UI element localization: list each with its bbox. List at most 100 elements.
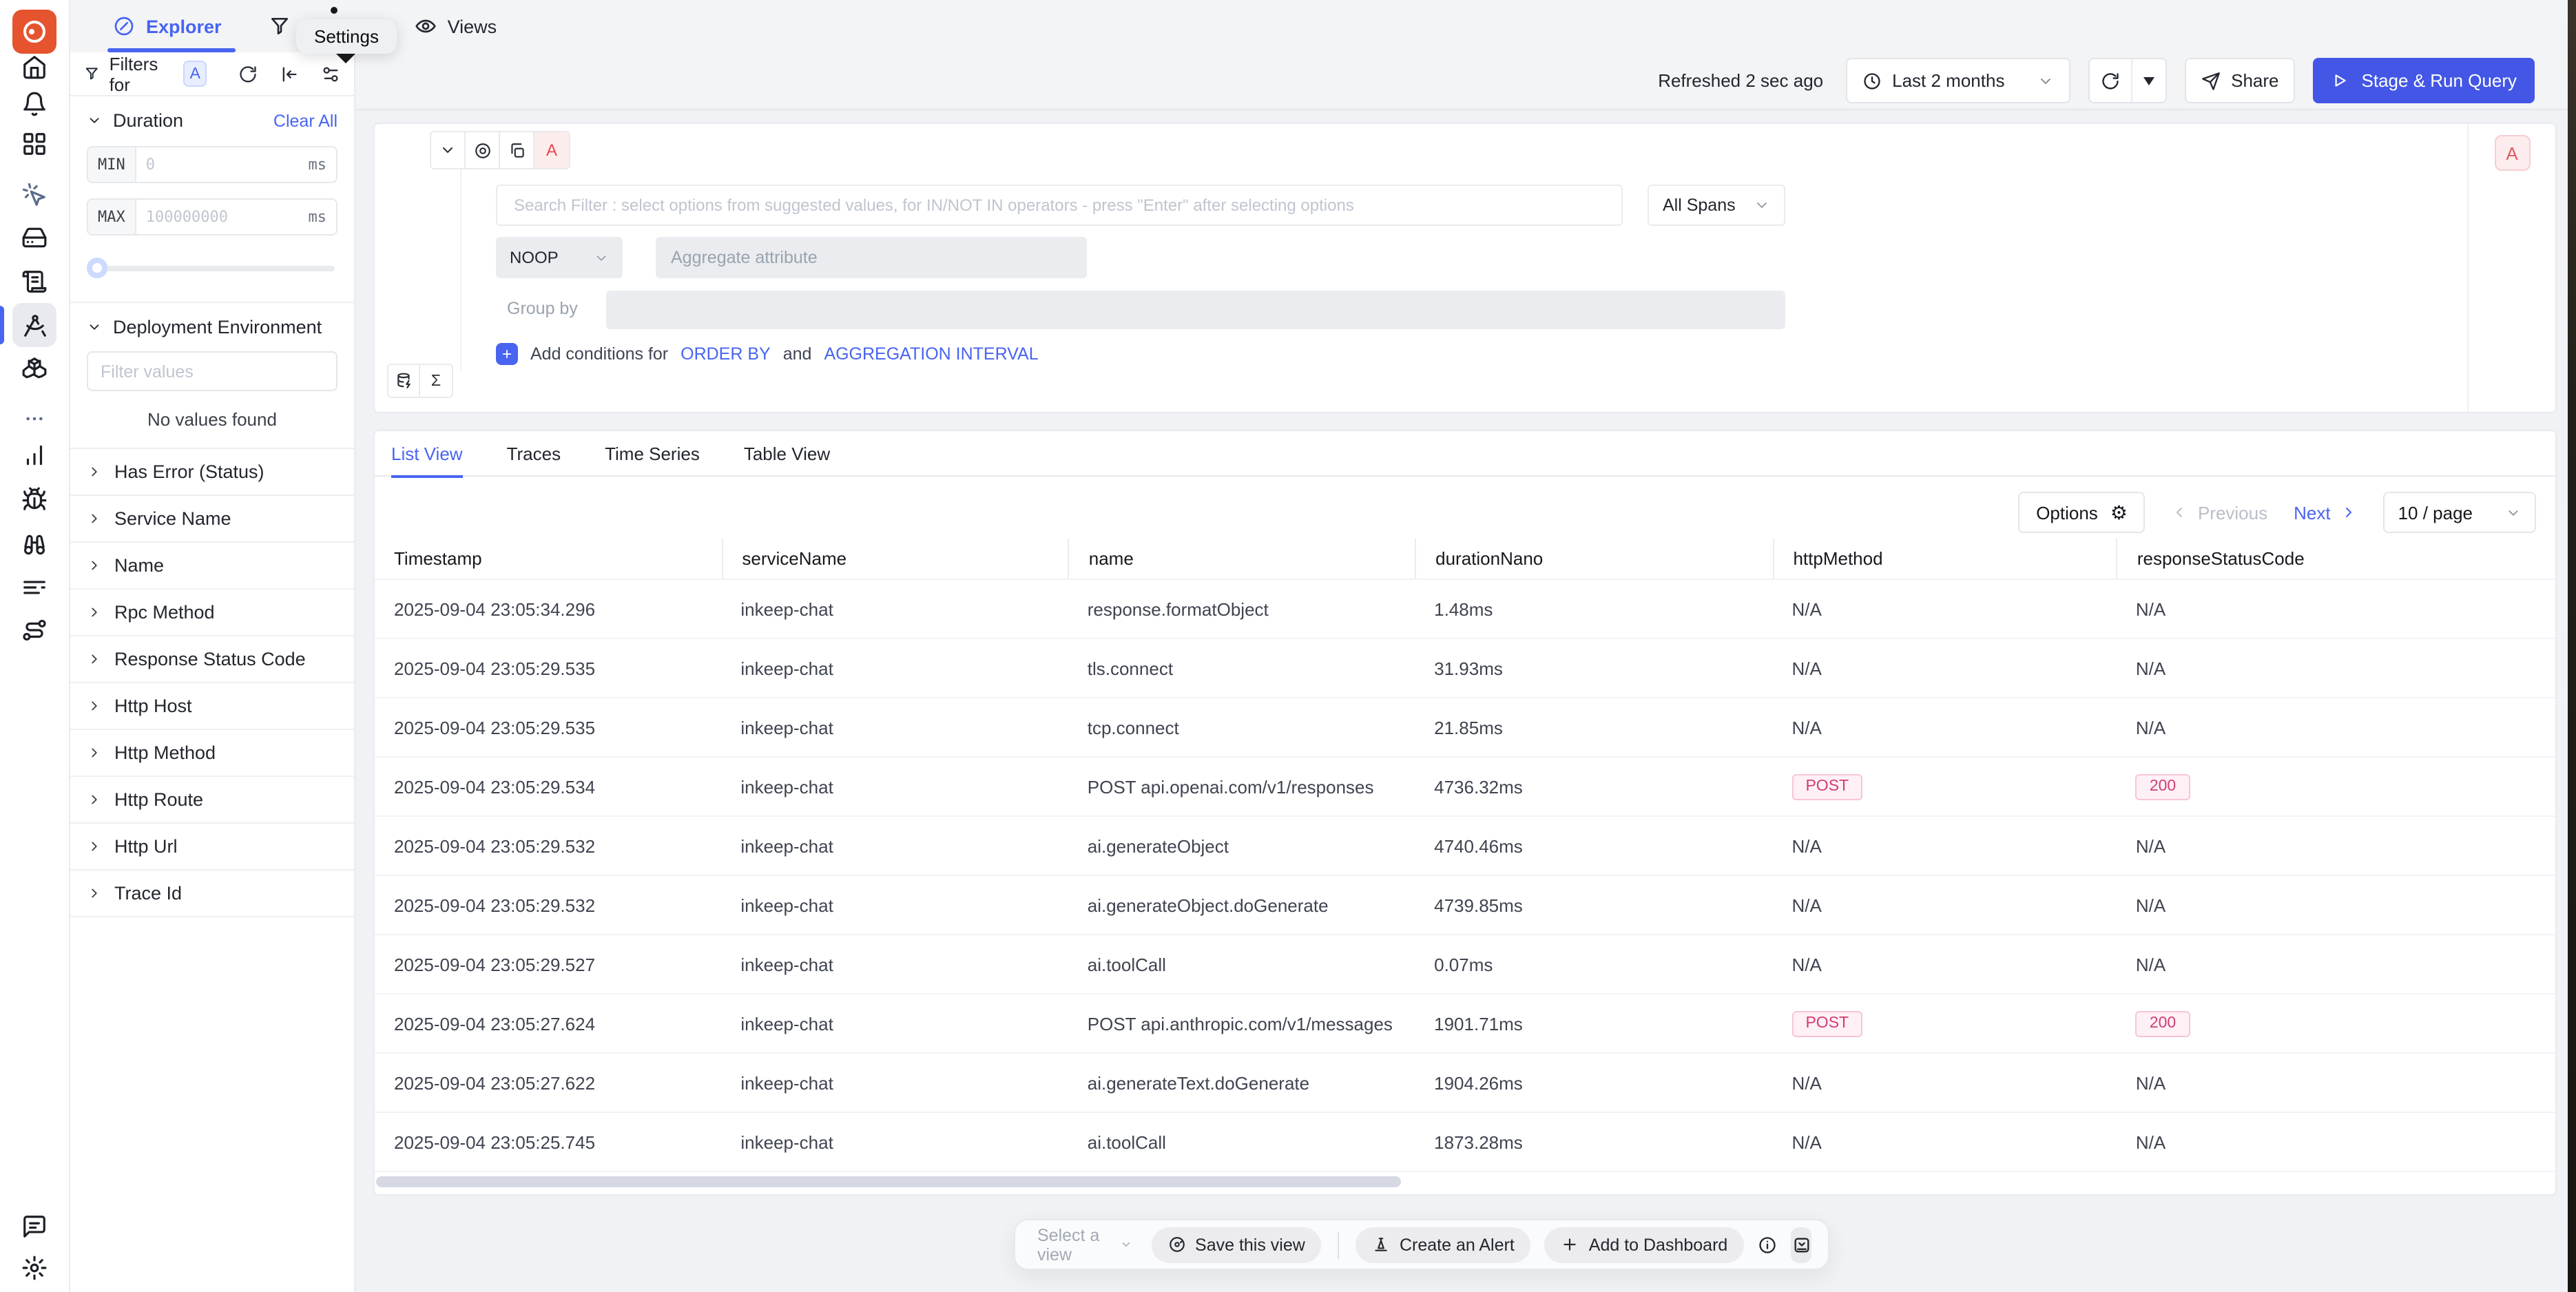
add-formula-icon[interactable]: Σ bbox=[420, 365, 452, 397]
query-badge-a[interactable]: A bbox=[184, 61, 207, 87]
filter-section-has-error-status[interactable]: Has Error (Status) bbox=[70, 449, 354, 496]
tab-views[interactable]: Views bbox=[415, 0, 497, 52]
tab-explorer[interactable]: Explorer bbox=[113, 0, 222, 52]
collapse-panel-icon[interactable] bbox=[280, 64, 299, 83]
slider-handle[interactable] bbox=[87, 258, 107, 278]
bar-chart-icon[interactable] bbox=[21, 442, 48, 468]
page-size-select[interactable]: 10 / page bbox=[2383, 492, 2536, 533]
table-row[interactable]: 2025-09-04 23:05:29.534inkeep-chatPOST a… bbox=[375, 758, 2555, 817]
duration-header[interactable]: Duration Clear All bbox=[87, 110, 337, 131]
chevron-down-icon bbox=[594, 250, 609, 265]
clone-query-icon[interactable] bbox=[500, 132, 534, 168]
aggregate-operator-select[interactable]: NOOP bbox=[496, 237, 623, 278]
duration-max-input[interactable] bbox=[136, 200, 299, 234]
collapse-query-icon[interactable] bbox=[431, 132, 466, 168]
filter-section-http-method[interactable]: Http Method bbox=[70, 730, 354, 777]
time-range-select[interactable]: Last 2 months bbox=[1845, 58, 2070, 103]
slider-track[interactable] bbox=[90, 266, 335, 271]
cell-name: ai.generateObject bbox=[1068, 817, 1415, 875]
chevron-down-icon bbox=[2037, 72, 2053, 89]
add-condition-plus-icon[interactable]: + bbox=[496, 343, 518, 365]
save-view-button[interactable]: Save this view bbox=[1151, 1227, 1322, 1262]
services-boxes-icon[interactable] bbox=[21, 355, 48, 382]
filter-section-response-status-code[interactable]: Response Status Code bbox=[70, 636, 354, 683]
column-header-timestamp[interactable]: Timestamp bbox=[375, 539, 721, 579]
stage-run-query-button[interactable]: Stage & Run Query bbox=[2314, 58, 2535, 103]
collapse-toolbar-icon[interactable] bbox=[1791, 1227, 1811, 1262]
sync-filters-icon[interactable] bbox=[238, 64, 258, 83]
duration-min-input[interactable] bbox=[136, 147, 299, 182]
view-tab-list-view[interactable]: List View bbox=[391, 430, 463, 476]
traces-compass-icon[interactable] bbox=[12, 303, 56, 347]
infra-drive-icon[interactable] bbox=[21, 225, 48, 251]
options-button[interactable]: Options ⚙ bbox=[2018, 492, 2146, 533]
filter-section-rpc-method[interactable]: Rpc Method bbox=[70, 590, 354, 636]
app-logo[interactable] bbox=[12, 10, 56, 54]
refresh-button[interactable] bbox=[2089, 59, 2130, 102]
share-button[interactable]: Share bbox=[2184, 58, 2295, 103]
order-by-link[interactable]: ORDER BY bbox=[681, 344, 771, 364]
toggle-visibility-eye-icon[interactable] bbox=[466, 132, 500, 168]
settings-gear-icon[interactable] bbox=[21, 1255, 48, 1281]
table-row[interactable]: 2025-09-04 23:05:27.622inkeep-chatai.gen… bbox=[375, 1054, 2555, 1113]
column-header-servicename[interactable]: serviceName bbox=[721, 539, 1068, 579]
filter-section-name[interactable]: Name bbox=[70, 543, 354, 590]
binoculars-icon[interactable] bbox=[21, 532, 48, 558]
home-icon[interactable] bbox=[21, 54, 48, 80]
filter-section-http-host[interactable]: Http Host bbox=[70, 683, 354, 730]
deployment-env-header[interactable]: Deployment Environment bbox=[87, 317, 337, 337]
next-page-button[interactable]: Next bbox=[2294, 502, 2356, 523]
span-scope-select[interactable]: All Spans bbox=[1648, 185, 1785, 226]
query-name-badge[interactable]: A bbox=[534, 132, 569, 168]
pipelines-list-icon[interactable] bbox=[21, 574, 48, 601]
filter-section-service-name[interactable]: Service Name bbox=[70, 496, 354, 543]
info-icon[interactable] bbox=[1758, 1235, 1777, 1254]
refresh-options-button[interactable] bbox=[2130, 59, 2165, 102]
add-query-icon[interactable] bbox=[388, 365, 420, 397]
table-row[interactable]: 2025-09-04 23:05:29.532inkeep-chatai.gen… bbox=[375, 817, 2555, 876]
group-by-field[interactable] bbox=[606, 291, 1785, 329]
route-flow-icon[interactable] bbox=[21, 617, 48, 643]
table-row[interactable]: 2025-09-04 23:05:27.624inkeep-chatPOST a… bbox=[375, 994, 2555, 1054]
aggregation-interval-link[interactable]: AGGREGATION INTERVAL bbox=[824, 344, 1038, 364]
chevron-down-icon bbox=[1119, 1237, 1132, 1252]
table-row[interactable]: 2025-09-04 23:05:29.532inkeep-chatai.gen… bbox=[375, 876, 2555, 935]
table-row[interactable]: 2025-09-04 23:05:29.527inkeep-chatai.too… bbox=[375, 935, 2555, 994]
column-header-durationnano[interactable]: durationNano bbox=[1415, 539, 1772, 579]
pointer-click-icon[interactable] bbox=[21, 182, 48, 208]
more-ellipsis-icon[interactable] bbox=[23, 408, 45, 430]
alerts-bell-icon[interactable] bbox=[21, 91, 48, 117]
horizontal-scrollbar[interactable] bbox=[376, 1176, 1401, 1187]
filter-section-trace-id[interactable]: Trace Id bbox=[70, 871, 354, 917]
search-filter-input[interactable] bbox=[511, 194, 1608, 216]
column-header-responsestatuscode[interactable]: responseStatusCode bbox=[2117, 539, 2555, 579]
cell-timestamp: 2025-09-04 23:05:29.535 bbox=[375, 698, 721, 756]
view-tab-time-series[interactable]: Time Series bbox=[605, 430, 700, 476]
filter-section-http-route[interactable]: Http Route bbox=[70, 777, 354, 824]
column-header-name[interactable]: name bbox=[1068, 539, 1415, 579]
duration-max-field: MAX ms bbox=[87, 198, 337, 236]
previous-page-button[interactable]: Previous bbox=[2172, 502, 2267, 523]
clear-all-link[interactable]: Clear All bbox=[273, 111, 337, 130]
dashboards-grid-icon[interactable] bbox=[21, 131, 48, 157]
add-to-dashboard-button[interactable]: Add to Dashboard bbox=[1545, 1227, 1745, 1262]
table-row[interactable]: 2025-09-04 23:05:29.535inkeep-chattls.co… bbox=[375, 639, 2555, 698]
support-chat-icon[interactable] bbox=[21, 1213, 48, 1240]
column-header-httpmethod[interactable]: httpMethod bbox=[1772, 539, 2116, 579]
cell-servicename: inkeep-chat bbox=[721, 698, 1068, 756]
view-tab-table-view[interactable]: Table View bbox=[744, 430, 830, 476]
view-tab-traces[interactable]: Traces bbox=[507, 430, 561, 476]
chevron-right-icon bbox=[87, 652, 102, 667]
logs-scroll-icon[interactable] bbox=[21, 269, 48, 295]
table-row[interactable]: 2025-09-04 23:05:25.745inkeep-chatai.too… bbox=[375, 1113, 2555, 1172]
filter-settings-icon[interactable] bbox=[321, 64, 340, 83]
exceptions-bug-icon[interactable] bbox=[21, 486, 48, 512]
filter-section-http-url[interactable]: Http Url bbox=[70, 824, 354, 871]
refresh-controls: Refreshed 2 sec ago Last 2 months Share … bbox=[1658, 58, 2535, 103]
filter-values-input[interactable] bbox=[87, 351, 337, 391]
query-label-badge[interactable]: A bbox=[2494, 135, 2530, 171]
select-view-dropdown[interactable]: Select a view bbox=[1032, 1225, 1137, 1264]
table-row[interactable]: 2025-09-04 23:05:29.535inkeep-chattcp.co… bbox=[375, 698, 2555, 758]
create-alert-button[interactable]: Create an Alert bbox=[1355, 1227, 1531, 1262]
table-row[interactable]: 2025-09-04 23:05:34.296inkeep-chatrespon… bbox=[375, 580, 2555, 639]
